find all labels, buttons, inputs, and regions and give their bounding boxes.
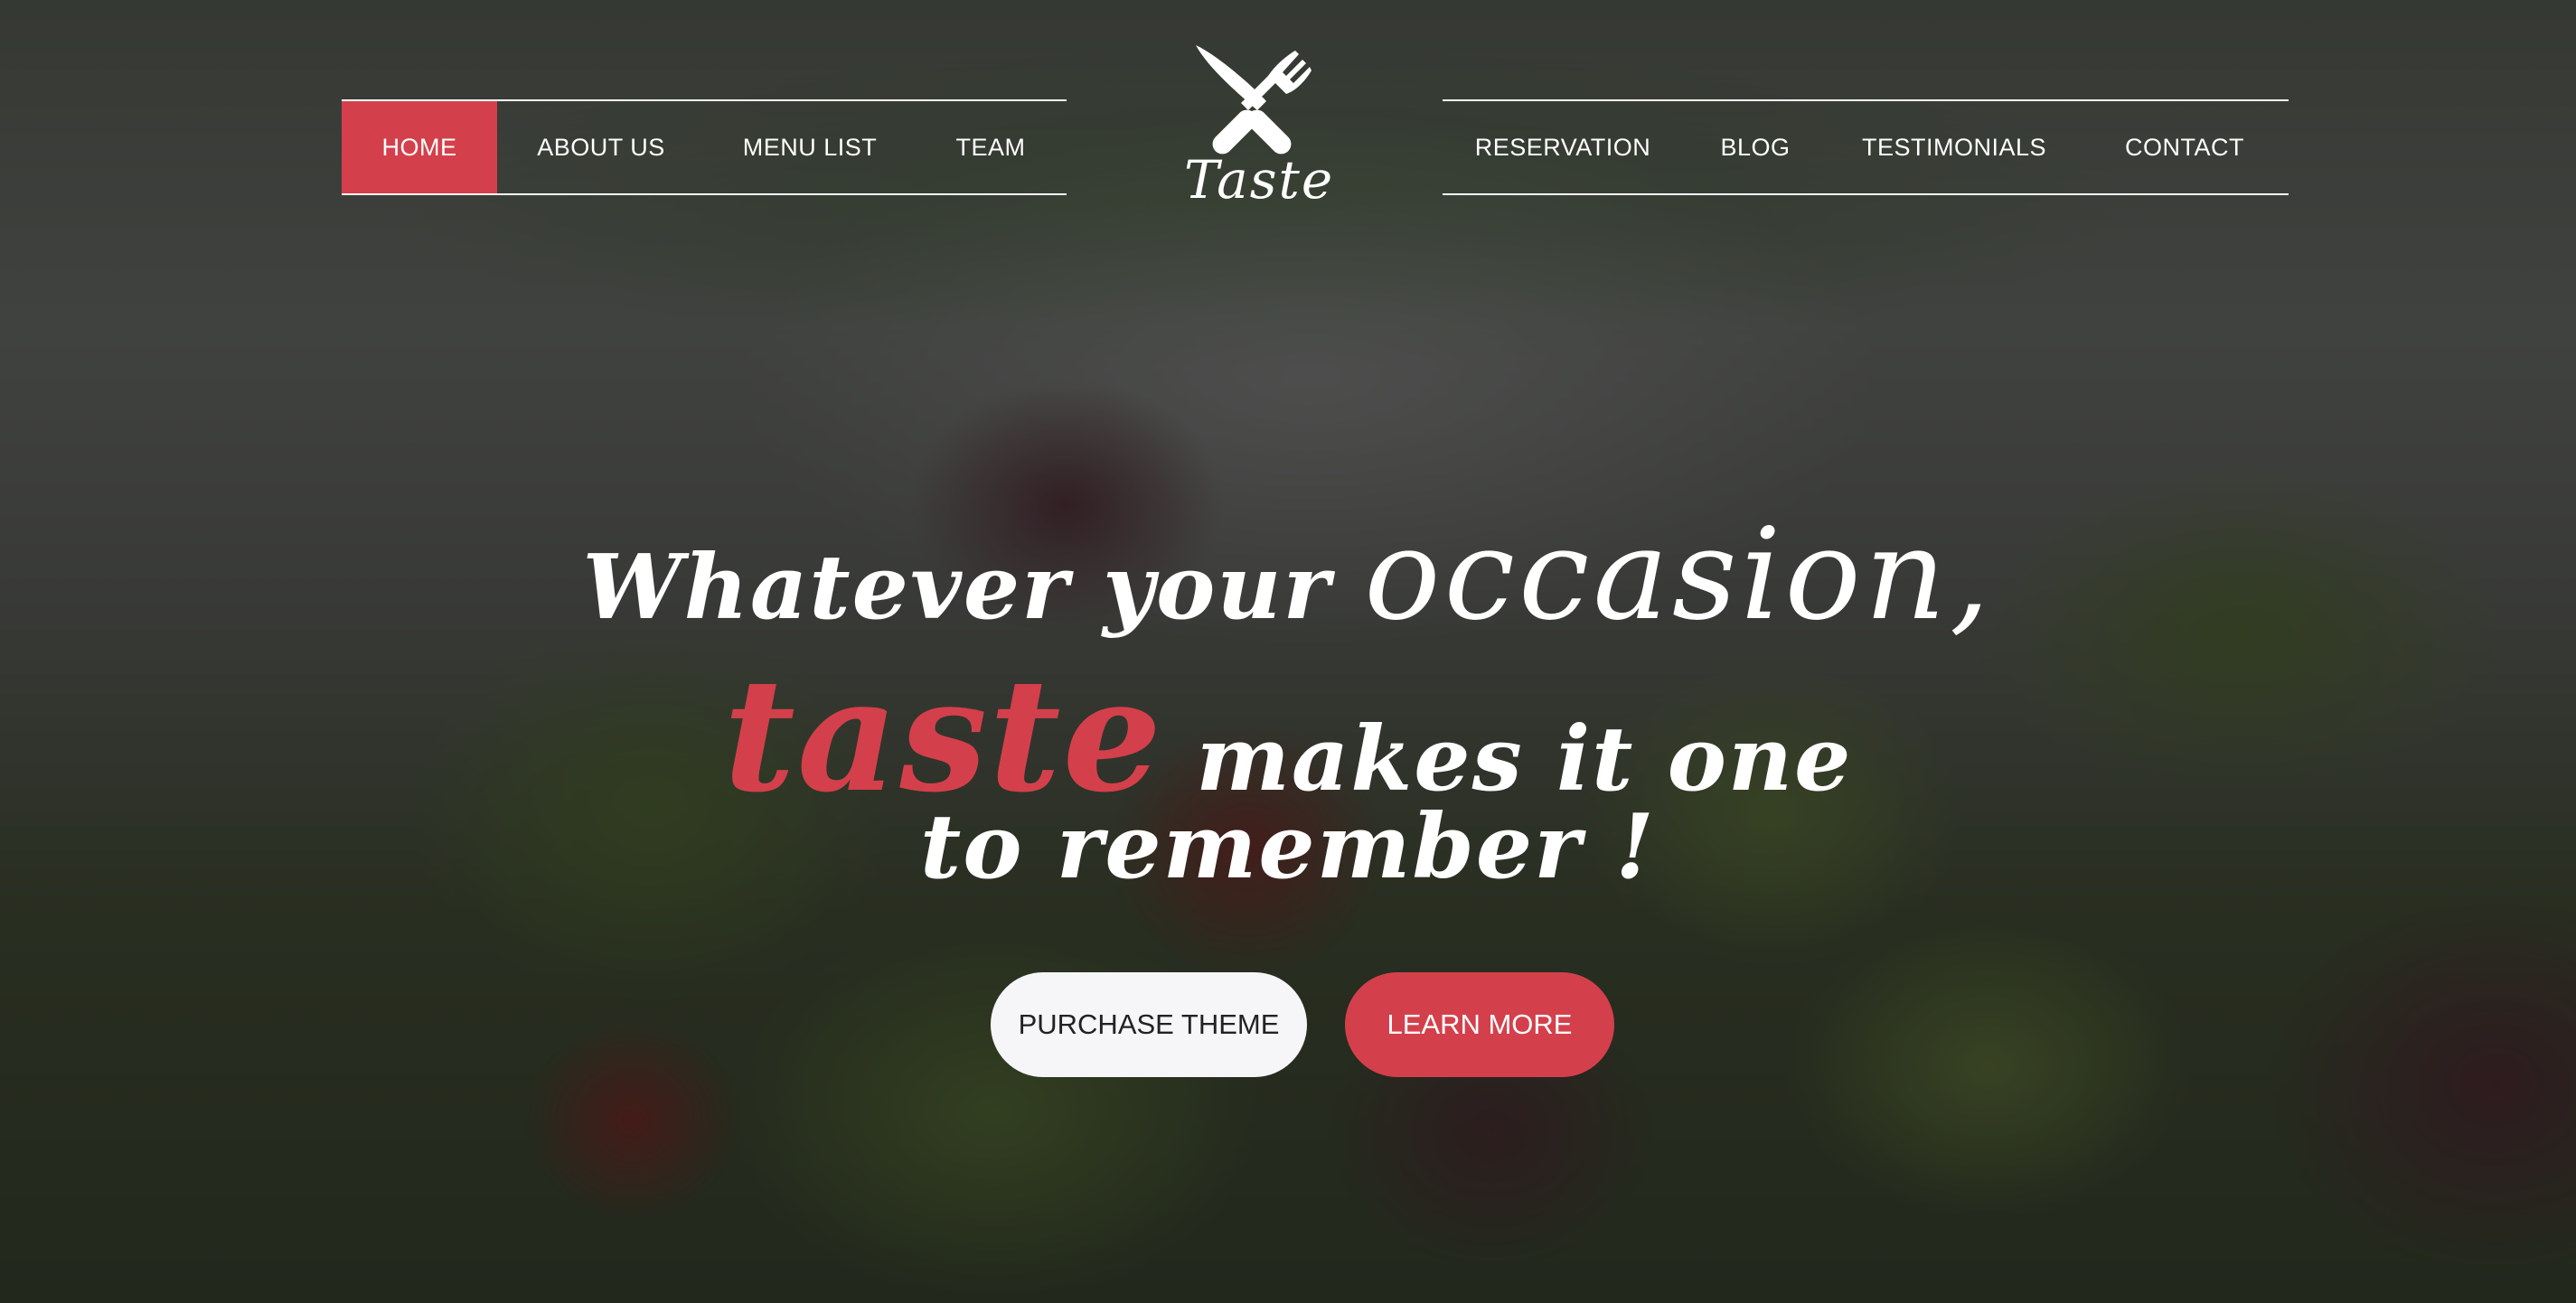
hero-text-occasion: occasion, (1364, 502, 1994, 649)
purchase-theme-button[interactable]: PURCHASE THEME (991, 972, 1307, 1077)
logo[interactable]: Taste (1184, 38, 1335, 211)
hero-text-whatever: Whatever your (582, 536, 1365, 640)
fork-knife-icon (1184, 38, 1320, 155)
nav-left: HOME ABOUT US MENU LIST TEAM (342, 99, 1067, 195)
nav-right: RESERVATION BLOG TESTIMONIALS CONTACT (1443, 99, 2289, 195)
nav-item-contact[interactable]: CONTACT (2081, 101, 2289, 193)
hero-headline-line-3: to remember ! (0, 795, 2576, 899)
nav-item-menu-list[interactable]: MENU LIST (705, 101, 915, 193)
nav-item-blog[interactable]: BLOG (1683, 101, 1828, 193)
hero-headline-line-1: Whatever your occasion, (0, 502, 2576, 649)
hero-text-to-remember: to remember ! (919, 795, 1657, 899)
logo-text: Taste (1184, 149, 1335, 211)
nav-item-testimonials[interactable]: TESTIMONIALS (1828, 101, 2081, 193)
nav-item-reservation[interactable]: RESERVATION (1443, 101, 1683, 193)
nav-item-about-us[interactable]: ABOUT US (497, 101, 705, 193)
nav-item-home[interactable]: HOME (342, 101, 497, 193)
nav-item-team[interactable]: TEAM (915, 101, 1067, 193)
learn-more-button[interactable]: LEARN MORE (1345, 972, 1614, 1077)
